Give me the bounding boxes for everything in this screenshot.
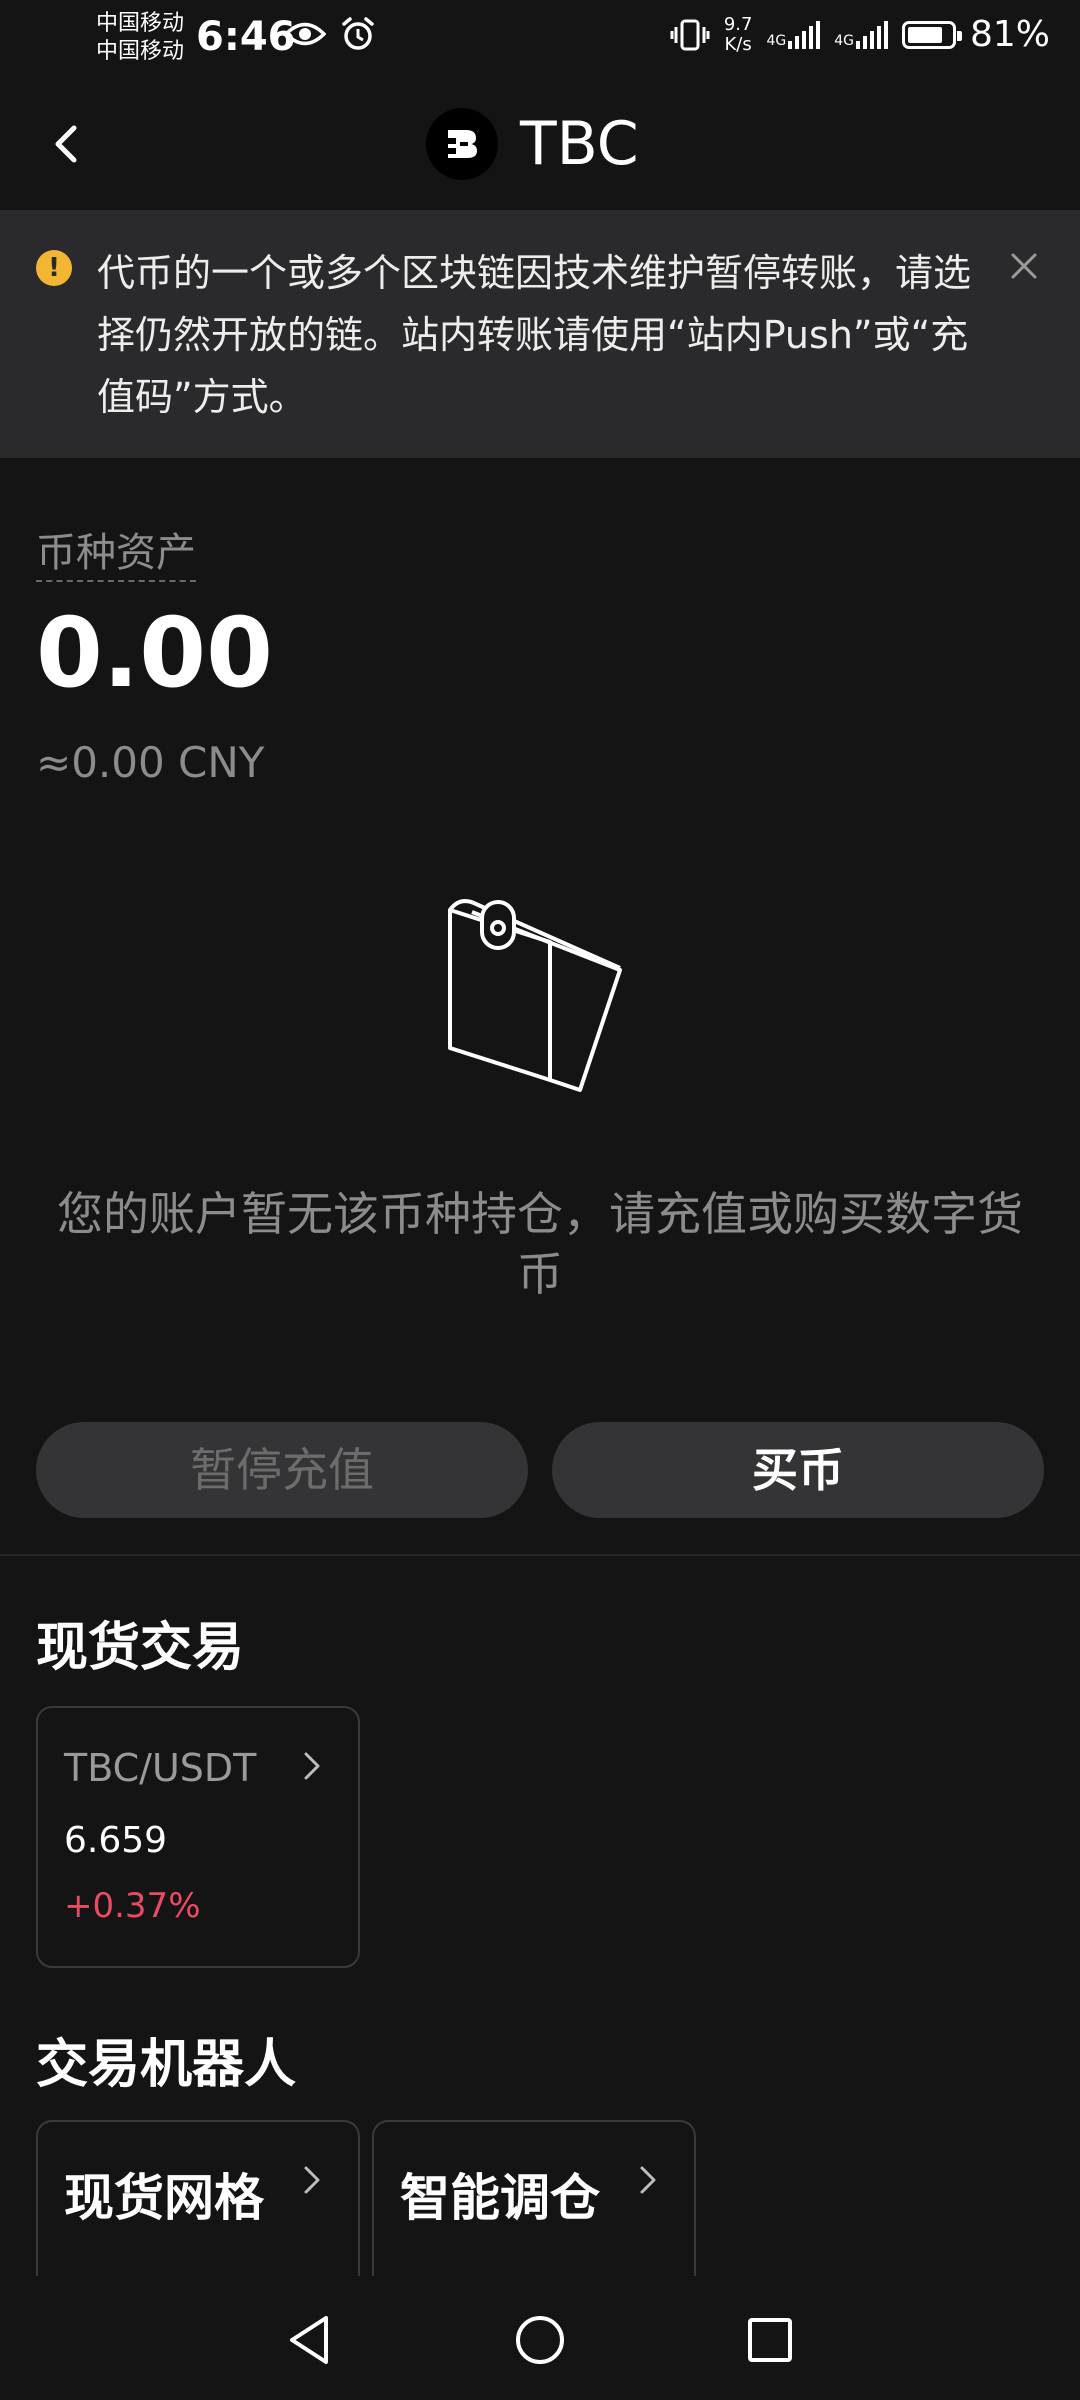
spot-change: +0.37% [64,1886,201,1926]
nav-back-icon[interactable] [282,2312,338,2368]
nav-home-icon[interactable] [512,2312,568,2368]
alarm-icon [342,17,374,50]
system-nav-bar [0,2276,1080,2400]
maintenance-notice: ! 代币的一个或多个区块链因技术维护暂停转账，请选择仍然开放的链。站内转账请使用… [0,210,1080,458]
buy-coin-button[interactable]: 买币 [552,1422,1044,1518]
net-speed-value: 9.7 [723,13,753,35]
carrier-names: 中国移动 中国移动 [96,10,184,66]
signal-1-label: 4G [766,32,787,49]
warning-icon: ! [36,250,72,286]
deposit-paused-button[interactable]: 暂停充值 [36,1422,528,1518]
empty-wallet-icon [448,899,622,1092]
battery-percent: 81% [969,14,1050,55]
page-title: TBC [520,109,639,179]
asset-cny-value: ≈0.00 CNY [36,738,265,787]
spot-trading-title: 现货交易 [36,1618,245,1678]
chevron-right-icon [640,2166,656,2194]
trading-bots-title: 交易机器人 [36,2035,297,2095]
spot-pair-card[interactable]: TBC/USDT 6.659 +0.37% [36,1706,360,1968]
status-time: 6:46 [196,14,296,60]
top-nav: TBC [0,80,1080,210]
status-icons-left [284,16,376,52]
chevron-right-icon [304,2166,320,2194]
net-speed-unit: K/s [724,33,752,55]
signal-1: 4G [766,20,821,49]
asset-label[interactable]: 币种资产 [36,520,196,582]
bot-card-label: 现货网格 [64,2169,264,2227]
bot-card-spot-grid[interactable]: 现货网格 [36,2120,360,2300]
divider [0,1554,1080,1556]
nav-recents-icon[interactable] [742,2312,798,2368]
carrier-1: 中国移动 [96,11,185,36]
carrier-2: 中国移动 [96,39,185,64]
spot-pair-name: TBC/USDT [64,1746,257,1790]
close-icon[interactable] [1006,248,1042,284]
asset-amount: 0.00 [36,597,273,709]
notice-text: 代币的一个或多个区块链因技术维护暂停转账，请选择仍然开放的链。站内转账请使用“站… [97,251,972,419]
battery-icon [901,20,962,49]
vibrate-icon [670,19,710,50]
tbc-logo [426,108,498,180]
status-icons-right: 9.7 K/s 4G 4G 81% [670,14,1050,55]
signal-2-label: 4G [834,32,854,49]
bot-card-label: 智能调仓 [400,2169,600,2227]
back-arrow-icon[interactable] [40,116,96,172]
chevron-right-icon [304,1752,320,1780]
bot-card-smart-rebalance[interactable]: 智能调仓 [372,2120,696,2300]
status-bar: 中国移动 中国移动 6:46 9.7 K/s 4G 4G 81% [0,0,1080,80]
empty-state-message: 您的账户暂无该币种持仓，请充值或购买数字货币 [57,1187,1023,1301]
signal-bars-icon [855,20,888,49]
signal-bars-icon [788,20,821,49]
signal-2: 4G [834,20,888,49]
page-title-group: TBC [426,108,639,180]
eye-icon [284,22,326,46]
net-speed: 9.7 K/s [723,13,753,55]
spot-price: 6.659 [64,1820,168,1861]
